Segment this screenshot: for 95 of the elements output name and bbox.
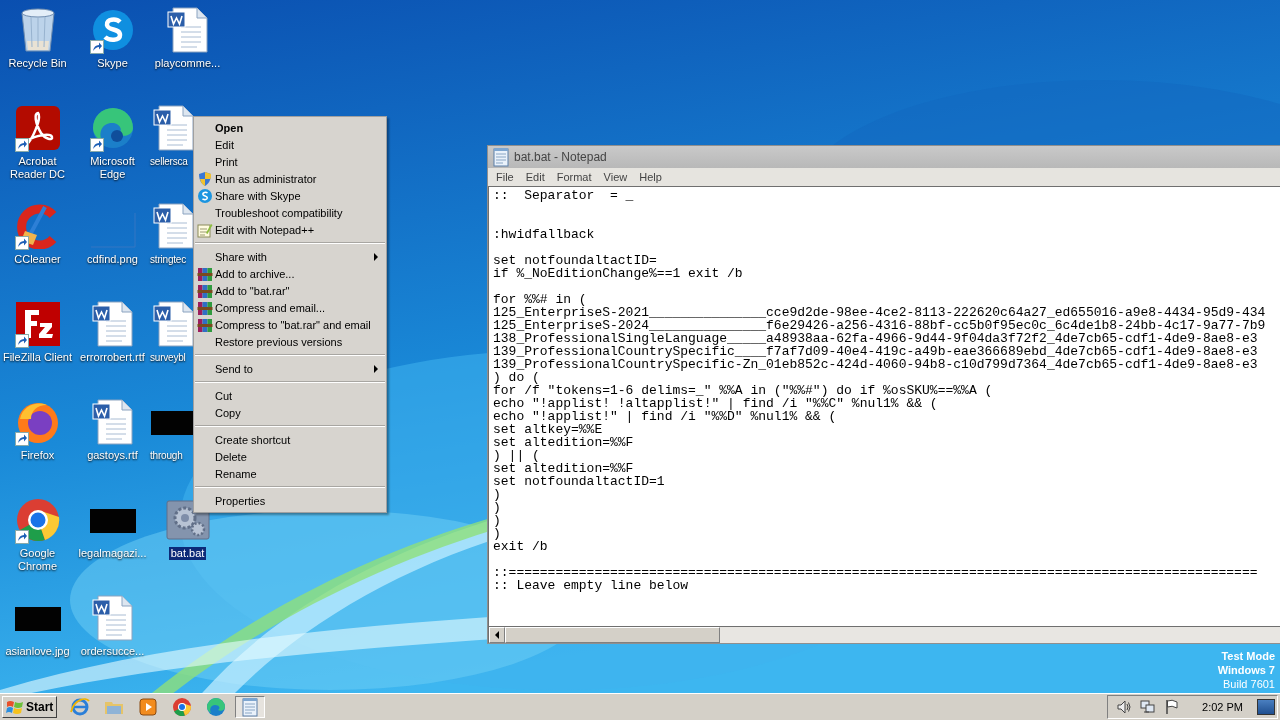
os-notice-text: Build 7601 xyxy=(1223,677,1275,691)
icon-label[interactable]: playcomme... xyxy=(152,57,223,70)
menu-item-label: Edit xyxy=(215,138,234,151)
shield-icon xyxy=(197,170,213,187)
media-player-icon xyxy=(138,697,159,717)
menu-item[interactable]: Help xyxy=(633,171,668,183)
app-icon[interactable] xyxy=(14,497,61,543)
menu-item-label: Compress to "bat.rar" and email xyxy=(215,318,371,331)
scroll-left-button[interactable] xyxy=(489,627,505,643)
notepad-icon xyxy=(241,697,260,717)
menu-item[interactable]: Add to "bat.rar" xyxy=(194,282,386,299)
icon-label[interactable]: sellersca xyxy=(150,155,188,168)
chat-app-icon xyxy=(197,187,213,204)
menu-item[interactable]: Open xyxy=(194,119,386,136)
menu-item-label: Compress and email... xyxy=(215,301,326,314)
icon-label[interactable]: Skype xyxy=(95,57,130,70)
menu-item[interactable]: Compress to "bat.rar" and email xyxy=(194,316,386,333)
menu-item-label: Add to archive... xyxy=(215,267,295,280)
menu-item-label: Troubleshoot compatibility xyxy=(215,206,343,219)
gears-icon[interactable] xyxy=(164,497,211,543)
menu-item[interactable]: Format xyxy=(550,171,598,183)
menu-item[interactable]: Edit with Notepad++ xyxy=(194,221,386,238)
horizontal-scrollbar[interactable] xyxy=(488,627,1280,643)
document-icon[interactable] xyxy=(89,399,136,445)
menu-item-label: Add to "bat.rar" xyxy=(215,284,290,297)
menu-item[interactable]: Share with xyxy=(194,248,386,265)
menu-item-label: Open xyxy=(215,121,244,134)
menu-item-label: Print xyxy=(215,155,238,168)
menu-item[interactable]: Edit xyxy=(194,136,386,153)
icon-label[interactable]: Microsoft Edge xyxy=(75,155,150,181)
menu-item[interactable]: Add to archive... xyxy=(194,265,386,282)
menu-item[interactable]: Troubleshoot compatibility xyxy=(194,204,386,221)
taskbar-button[interactable] xyxy=(235,696,266,718)
show-desktop-button[interactable] xyxy=(1257,699,1275,715)
menu-item[interactable]: Run as administrator xyxy=(194,170,386,187)
menu-item[interactable]: Properties xyxy=(194,492,386,509)
menu-item-label: Send to xyxy=(215,362,253,375)
menu-item-label: Properties xyxy=(215,494,266,507)
menu-item-label: Create shortcut xyxy=(215,433,291,446)
menu-item-label: Copy xyxy=(215,406,241,419)
archive-icon xyxy=(197,316,213,333)
icon-label[interactable]: bat.bat xyxy=(168,547,207,560)
icon-label[interactable]: cdfind.png xyxy=(85,253,140,266)
icon-label[interactable]: surveybl xyxy=(150,351,186,364)
menu-item[interactable]: Rename xyxy=(194,465,386,482)
scroll-thumb[interactable] xyxy=(505,627,720,643)
document-icon[interactable] xyxy=(89,595,136,641)
menu-item[interactable]: Send to xyxy=(194,360,386,377)
browser-icon xyxy=(70,697,91,717)
menu-item[interactable]: Cut xyxy=(194,387,386,404)
os-notice-text: Test Mode xyxy=(1221,649,1275,663)
windows-flag-icon xyxy=(6,699,24,715)
browser-icon xyxy=(172,697,193,717)
archive-icon xyxy=(197,265,213,282)
menu-item[interactable]: Compress and email... xyxy=(194,299,386,316)
menu-item-label: Restore previous versions xyxy=(215,335,343,348)
icon-label[interactable]: stringtec xyxy=(150,253,186,266)
speaker-icon[interactable] xyxy=(1116,699,1133,715)
icon-label[interactable]: Recycle Bin xyxy=(6,57,69,70)
icon-label[interactable]: Firefox xyxy=(18,449,57,462)
menu-item-label: Rename xyxy=(215,467,257,480)
menu-item-label: Run as administrator xyxy=(215,172,317,185)
menu-item-label: Share with Skype xyxy=(215,189,301,202)
archive-icon xyxy=(197,282,213,299)
menu-item-label: Edit with Notepad++ xyxy=(215,223,315,236)
menu-item[interactable]: Share with Skype xyxy=(194,187,386,204)
flag-icon[interactable] xyxy=(1164,699,1181,715)
taskbar-clock[interactable]: 2:02 PM xyxy=(1202,701,1243,713)
menu-item[interactable]: View xyxy=(597,171,634,183)
menu-item-label: Cut xyxy=(215,389,233,402)
menu-item[interactable]: Print xyxy=(194,153,386,170)
icon-label[interactable]: gastoys.rtf xyxy=(85,449,140,462)
notepad-icon xyxy=(197,221,213,238)
icon-label[interactable]: Acrobat Reader DC xyxy=(0,155,75,181)
window-title: bat.bat - Notepad xyxy=(514,150,607,164)
menu-item[interactable]: Restore previous versions xyxy=(194,333,386,350)
icon-label[interactable]: errorrobert.rtf xyxy=(78,351,147,364)
document-icon[interactable] xyxy=(164,7,211,53)
start-button[interactable]: Start xyxy=(2,696,58,718)
menu-item-label: Delete xyxy=(215,450,247,463)
network-icon[interactable] xyxy=(1140,699,1157,715)
icon-label[interactable]: FileZilla Client xyxy=(0,351,75,364)
menu-item[interactable]: Edit xyxy=(519,171,551,183)
os-notice-text: Windows 7 xyxy=(1217,663,1275,677)
icon-label[interactable]: CCleaner xyxy=(12,253,63,266)
file-text: :: Separator = _ :hwidfallback set notfoundaltactID= if %_NoEditionChange%==1 exit /b for %%# in ( 125_EnterpriseS-2021_______________cce9d2de-98ee-4ce2-8113-222620c64a27_ed655016-a9e8-4434-95d9-434 125_EnterpriseS-2024_______________f6e29426-a256-4316-88bf-cc5b0f95ec0c_6c4de1b8-24bb-4c17-9a77-7b9 138_ProfessionalSingleLanguage_____a48938aa-62fa-4966-9d44-9f04da3f72f2_4de7cb65-cdf1-4de9-8ae8-e3 139_ProfessionalCountrySpecific____f7af7d09-40e4-419c-a49b-eae366689ebd_4de7cb65-cdf1-4de9-8ae8-e3 139_ProfessionalCountrySpecific-Zn_01eb852c-424d-4060-94b8-c10d799d7364_4de7cb65-cdf1-4de9-8ae8-e3 ) do ( for /f "tokens=1-6 delims=_" %%A in ("%%#") do if %osSKU%==%%A ( echo "!applist! !altapplist!" | find /i "%%C" %nul1% && ( echo "!applist!" | find /i "%%D" %nul1% && ( set altkey=%%E set altedition=%%F ) || ( set altedition=%%F set notfoundaltactID=1 ) ) ) ) exit /b ::================================================================================================ :: Leave empty line below xyxy=(493,189,1266,592)
menu-item[interactable]: Delete xyxy=(194,448,386,465)
menu-item[interactable]: Create shortcut xyxy=(194,431,386,448)
browser-icon xyxy=(206,697,227,717)
document-icon[interactable] xyxy=(89,301,136,347)
menu-item[interactable]: Copy xyxy=(194,404,386,421)
archive-icon xyxy=(197,299,213,316)
menu-item-label: Share with xyxy=(215,250,267,263)
menu-item[interactable]: File xyxy=(490,171,520,183)
notepad-icon xyxy=(492,147,510,167)
